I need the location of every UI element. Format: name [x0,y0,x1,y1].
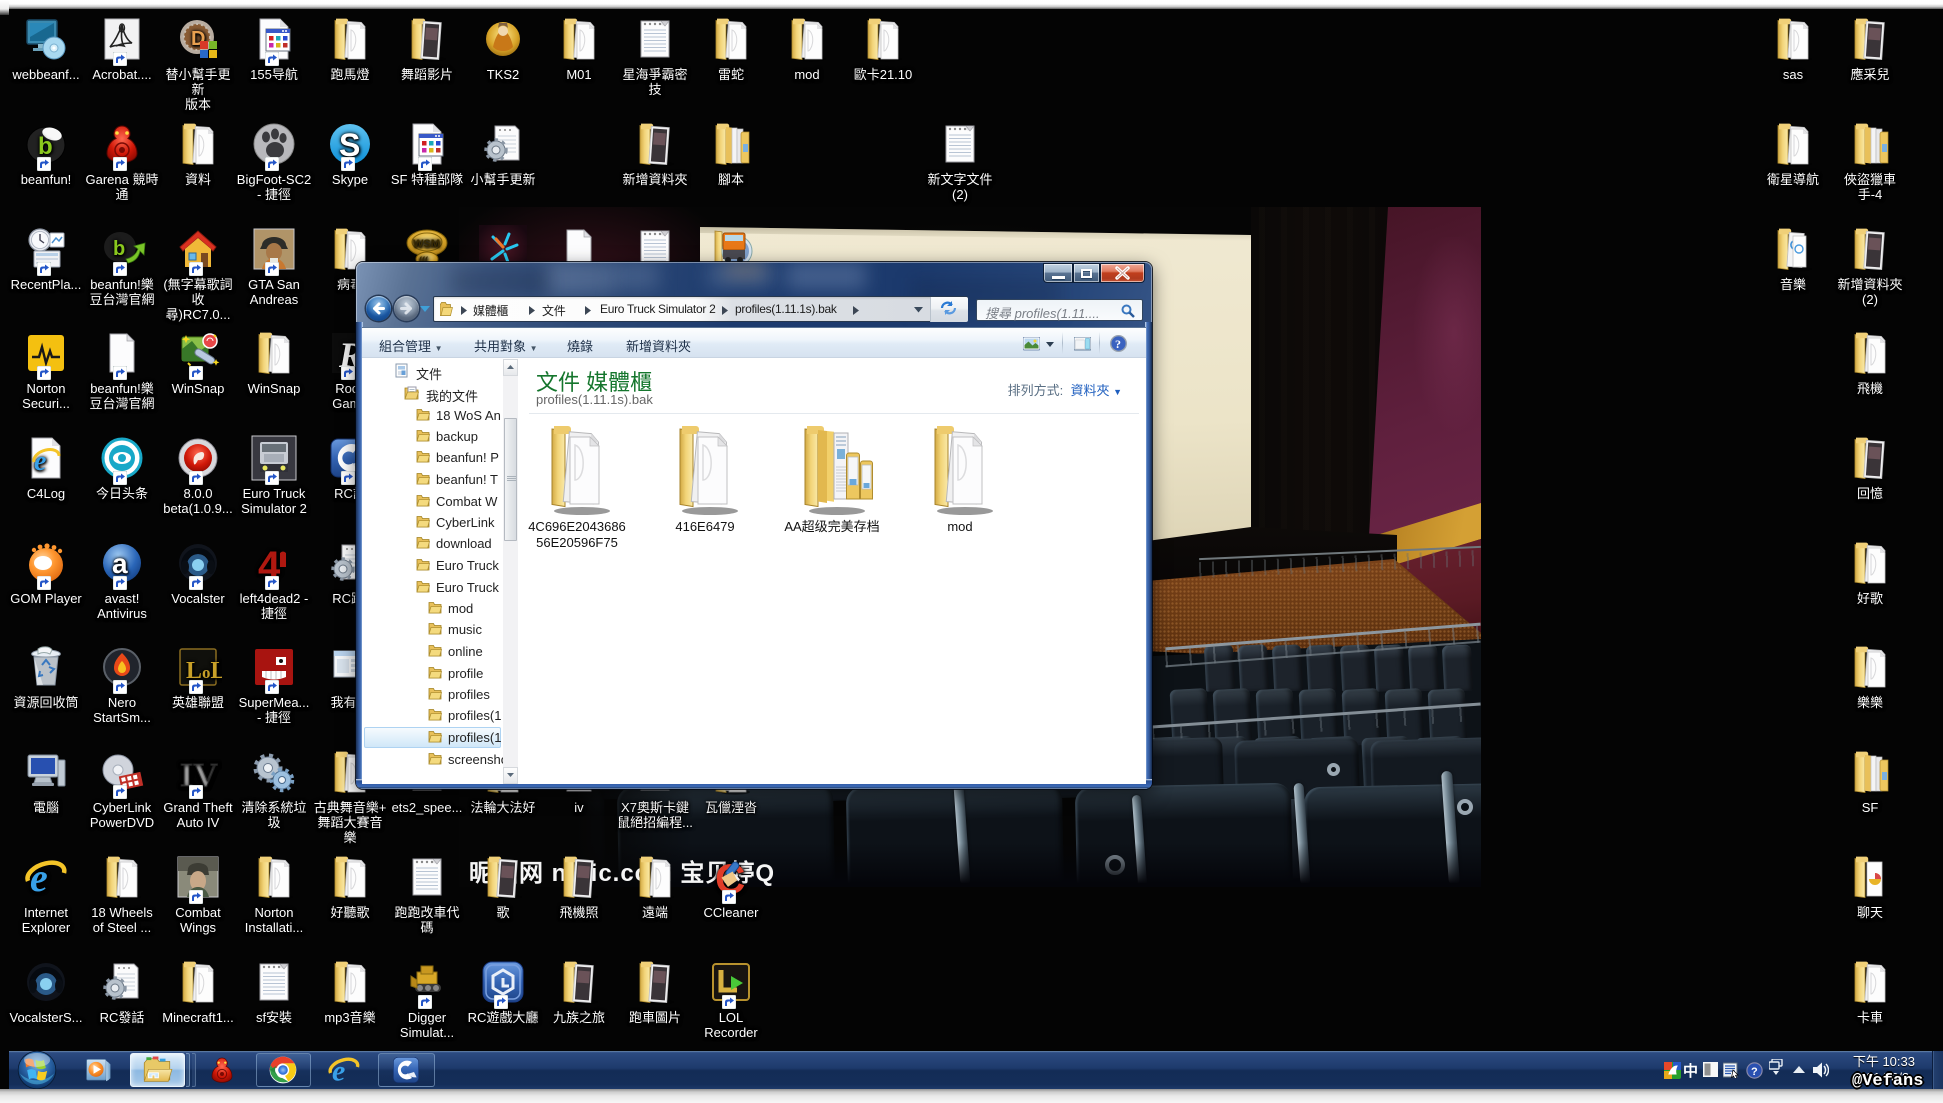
svg-text:?: ? [1751,1066,1758,1078]
svg-text:?: ? [1115,337,1121,351]
